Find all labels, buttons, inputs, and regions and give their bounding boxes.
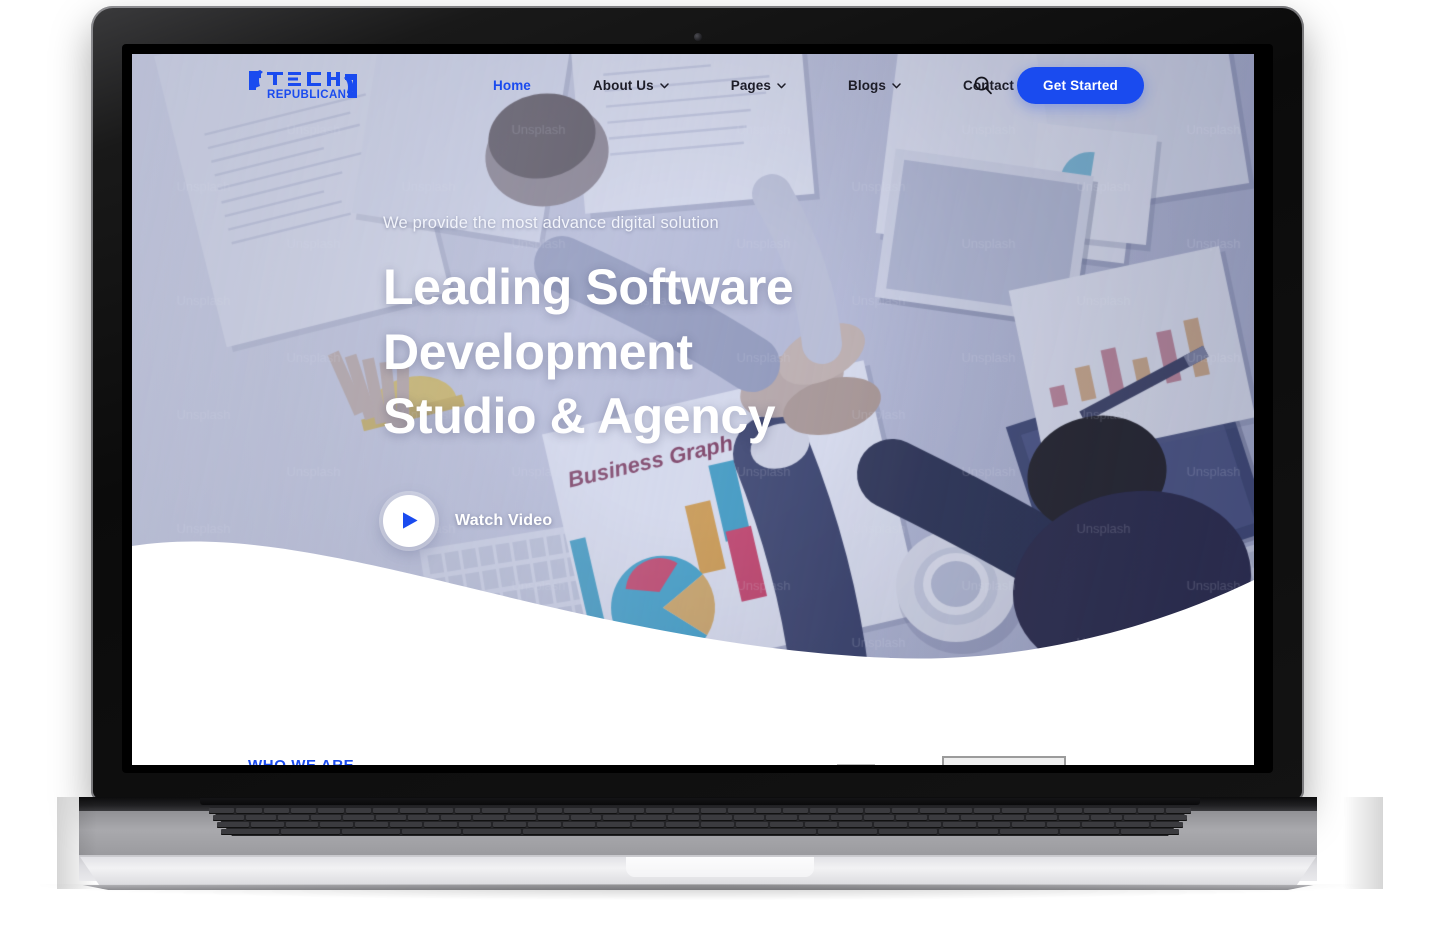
hero-content: We provide the most advance digital solu… bbox=[383, 214, 1003, 547]
nav-item-about-us-label: About Us bbox=[593, 78, 654, 93]
hero-headline: Leading Software Development Studio & Ag… bbox=[383, 255, 1003, 449]
laptop-drop-shadow bbox=[40, 884, 1360, 900]
nav-links: Home About Us Pages Blogs Contact bbox=[462, 54, 1045, 116]
chevron-down-icon bbox=[892, 83, 901, 89]
chevron-down-icon bbox=[777, 83, 786, 89]
hero-headline-line-2: Development bbox=[383, 320, 1003, 385]
nav-item-about-us[interactable]: About Us bbox=[562, 78, 700, 93]
laptop-mockup: REPUBLICANS Home About Us Pages Blogs Co… bbox=[0, 0, 1440, 938]
laptop-deck bbox=[79, 797, 1317, 857]
wave-divider bbox=[132, 524, 1254, 674]
site-navbar: REPUBLICANS Home About Us Pages Blogs Co… bbox=[132, 54, 1254, 116]
who-we-are-section: WHO WE ARE bbox=[132, 674, 1254, 765]
deck-shadow-left bbox=[57, 797, 97, 889]
nav-item-blogs-label: Blogs bbox=[848, 78, 886, 93]
nav-item-home-label: Home bbox=[493, 78, 531, 93]
watch-video-label: Watch Video bbox=[455, 512, 552, 530]
laptop-palmrest bbox=[79, 855, 1317, 881]
hero-headline-line-1: Leading Software bbox=[383, 255, 1003, 320]
nav-item-pages-label: Pages bbox=[731, 78, 771, 93]
get-started-button[interactable]: Get Started bbox=[1017, 67, 1144, 104]
screenshot-stage: REPUBLICANS Home About Us Pages Blogs Co… bbox=[0, 0, 1440, 938]
brand-logo[interactable]: REPUBLICANS bbox=[247, 68, 365, 102]
laptop-front-notch bbox=[626, 857, 814, 877]
nav-item-home[interactable]: Home bbox=[462, 78, 562, 93]
thumbnail-image-left bbox=[837, 764, 875, 765]
hero-headline-line-3: Studio & Agency bbox=[383, 384, 1003, 449]
thumbnail-image-center bbox=[942, 756, 1066, 765]
laptop-screen: REPUBLICANS Home About Us Pages Blogs Co… bbox=[132, 54, 1254, 765]
chevron-down-icon bbox=[660, 83, 669, 89]
watch-video-button[interactable]: Watch Video bbox=[383, 495, 552, 547]
laptop-keys bbox=[200, 806, 1200, 836]
deck-shadow-right bbox=[1343, 797, 1383, 889]
team-photo-thumbnails bbox=[832, 756, 1122, 765]
hero-eyebrow: We provide the most advance digital solu… bbox=[383, 214, 1003, 233]
search-icon[interactable] bbox=[971, 73, 995, 97]
laptop-front-lip bbox=[57, 857, 1339, 889]
svg-text:REPUBLICANS: REPUBLICANS bbox=[267, 89, 354, 101]
nav-item-pages[interactable]: Pages bbox=[700, 78, 817, 93]
laptop-keyboard bbox=[200, 806, 1200, 836]
webcam-icon bbox=[694, 33, 702, 41]
nav-item-blogs[interactable]: Blogs bbox=[817, 78, 932, 93]
play-icon bbox=[383, 495, 435, 547]
navbar-actions: Get Started bbox=[971, 54, 1144, 116]
laptop-base-edge bbox=[57, 885, 1339, 890]
section-label-who-we-are: WHO WE ARE bbox=[248, 757, 354, 765]
